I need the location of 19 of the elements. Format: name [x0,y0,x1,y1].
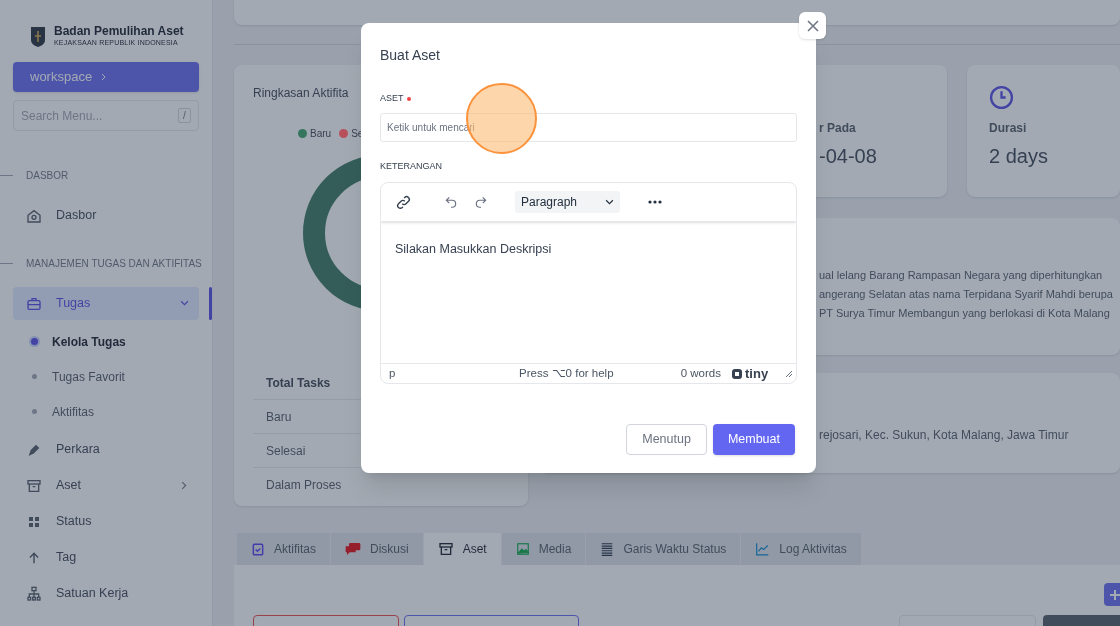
stat-label: Durasi [989,120,1028,137]
stat-label: r Pada [819,120,857,137]
description-line: ual lelang Barang Rampasan Negara yang diperhitungkan [819,268,1104,283]
help-hint: Press ⌥0 for help [519,365,615,381]
brand-title: Badan Pemulihan Aset [54,24,184,38]
description-line: angerang Selatan atas nama Terpidana Syarif Mahdi berupa [819,287,1114,302]
field-label: ASET [380,92,404,105]
modal-title: Buat Aset [380,46,441,65]
description-line: PT Surya Timur Membangun yang berlokasi di Kota Malang [819,306,1111,321]
shortcut-key: / [178,108,191,123]
stat-value: -04-08 [819,144,878,169]
stat-value: 2 days [989,144,1049,169]
section-heading: MANAJEMEN TUGAS DAN AKTIFITAS [26,256,202,271]
legend-label: Baru [310,127,332,141]
table-cell-text: Dalam Proses [265,477,343,494]
section-heading: DASBOR [26,168,69,183]
address-text: rejosari, Kec. Sukun, Kota Malang, Jawa Timur [819,428,1069,442]
field-label: KETERANGAN [380,159,443,173]
card-title: Ringkasan Aktifita [253,85,349,102]
